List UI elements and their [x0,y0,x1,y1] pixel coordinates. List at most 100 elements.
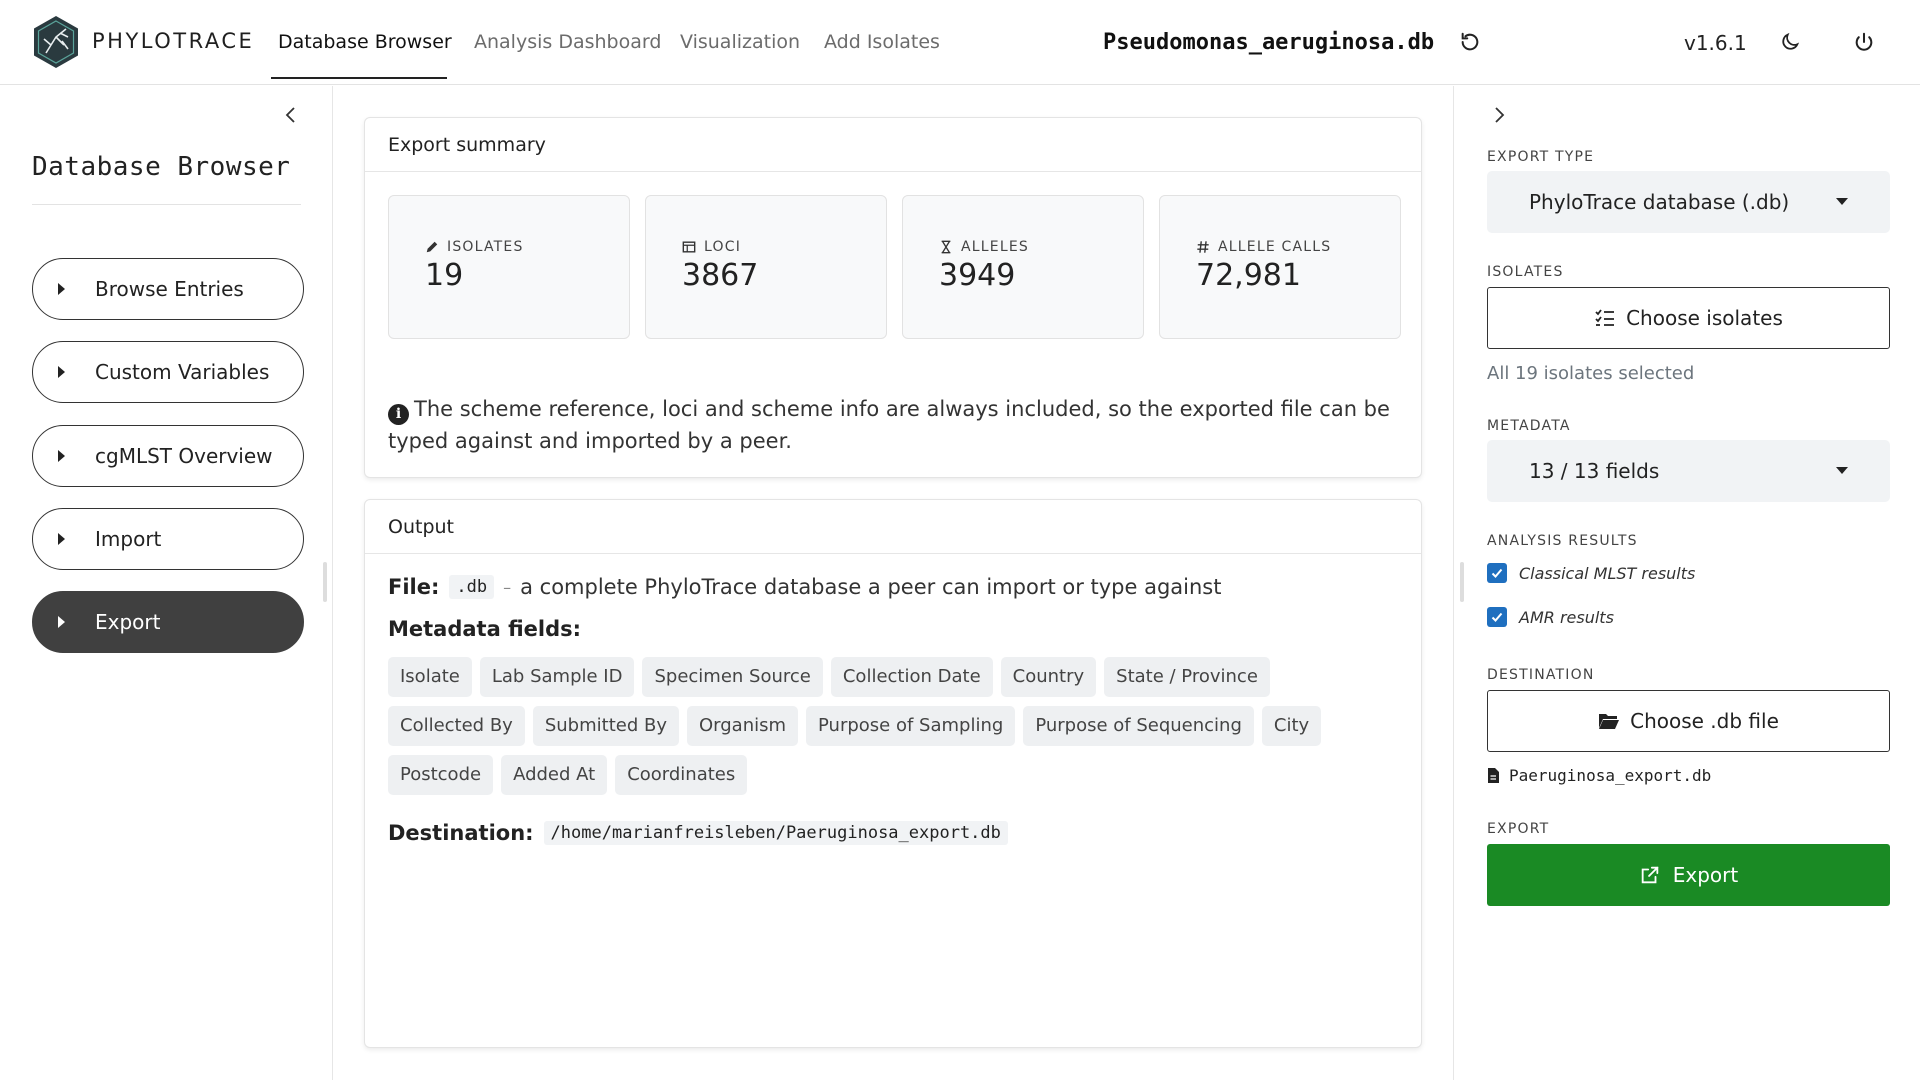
metadata-chip: State / Province [1104,657,1270,697]
tab-visualization[interactable]: Visualization [680,31,800,53]
button-label: Choose .db file [1630,709,1779,733]
classical-mlst-checkbox[interactable]: Classical MLST results [1487,563,1695,583]
caret-right-icon [58,450,65,462]
refresh-icon[interactable] [1456,28,1484,56]
caret-right-icon [58,366,65,378]
caret-right-icon [58,616,65,628]
database-name: Pseudomonas_aeruginosa.db [1103,30,1435,55]
tab-add-isolates[interactable]: Add Isolates [824,31,940,53]
button-label: Export [1672,863,1739,887]
stat-isolates: ISOLATES 19 [388,195,630,339]
power-icon[interactable] [1850,28,1878,56]
metadata-chip: Country [1000,657,1097,697]
destination-label: Destination: [388,821,534,845]
isolates-status: All 19 isolates selected [1487,363,1695,384]
metadata-chip: Lab Sample ID [479,657,635,697]
stat-value: 72,981 [1196,258,1301,293]
button-label: Choose isolates [1626,306,1783,330]
isolates-label: ISOLATES [1487,264,1564,280]
share-export-icon [1641,866,1659,884]
choose-db-file-button[interactable]: Choose .db file [1487,690,1890,752]
caret-right-icon [58,283,65,295]
export-button[interactable]: Export [1487,844,1890,906]
file-icon [1488,768,1499,783]
sidebar-resize-handle[interactable] [1460,562,1464,602]
metadata-chip: Organism [686,706,799,746]
metadata-label: METADATA [1487,418,1571,434]
caret-down-icon [1836,198,1848,205]
sidebar-resize-handle[interactable] [323,562,327,602]
table-icon [682,241,696,253]
moon-icon[interactable] [1776,28,1804,56]
card-header: Export summary [365,118,1421,172]
sidebar-item-export[interactable]: Export [32,591,304,653]
info-note-text: The scheme reference, loci and scheme in… [388,397,1390,453]
analysis-results-label: ANALYSIS RESULTS [1487,533,1638,549]
sidebar-item-label: Browse Entries [95,277,244,301]
caret-down-icon [1836,467,1848,474]
top-navbar: PHYLOTRACE Database Browser Analysis Das… [0,0,1920,85]
stat-allele-calls: ALLELE CALLS 72,981 [1159,195,1401,339]
selected-file: Paeruginosa_export.db [1487,766,1711,785]
pencil-icon [426,241,438,253]
caret-right-icon [58,533,65,545]
sidebar-item-label: Export [95,610,161,634]
metadata-chip: Purpose of Sampling [806,706,1016,746]
metadata-chip: Submitted By [532,706,679,746]
sidebar-item-label: cgMLST Overview [95,444,273,468]
destination-row: Destination: /home/marianfreisleben/Paer… [388,821,1008,845]
sidebar-item-import[interactable]: Import [32,508,304,570]
export-type-label: EXPORT TYPE [1487,149,1595,165]
version-label: v1.6.1 [1684,31,1747,55]
metadata-chip: Added At [501,755,608,795]
selected-file-name: Paeruginosa_export.db [1509,766,1712,785]
file-description: a complete PhyloTrace database a peer ca… [520,575,1222,599]
choose-isolates-button[interactable]: Choose isolates [1487,287,1890,349]
export-summary-card: Export summary ISOLATES 19 LOCI 3867 ALL… [364,117,1422,478]
export-type-select[interactable]: PhyloTrace database (.db) [1487,171,1890,233]
chevron-right-icon[interactable] [1488,104,1510,126]
metadata-chip: Collected By [388,706,525,746]
amr-results-checkbox[interactable]: AMR results [1487,607,1614,627]
sidebar-item-browse-entries[interactable]: Browse Entries [32,258,304,320]
export-label: EXPORT [1487,821,1550,837]
active-tab-indicator [271,77,447,79]
sidebar-item-label: Import [95,527,162,551]
file-separator: – [503,577,512,597]
metadata-chip: Isolate [388,657,472,697]
metadata-chip-list: Isolate Lab Sample ID Specimen Source Co… [388,657,1408,795]
stat-value: 3867 [682,258,759,293]
info-icon: i [388,404,409,425]
sidebar-item-custom-variables[interactable]: Custom Variables [32,341,304,403]
chevron-left-icon[interactable] [280,104,302,126]
sidebar-item-label: Custom Variables [95,360,270,384]
tab-database-browser[interactable]: Database Browser [278,31,452,53]
sidebar-title: Database Browser [32,152,291,182]
hash-icon [1197,241,1209,253]
checkbox-checked-icon[interactable] [1487,563,1507,583]
sidebar-item-cgmlst-overview[interactable]: cgMLST Overview [32,425,304,487]
metadata-fields-label: Metadata fields: [388,617,582,641]
list-check-icon [1595,309,1615,326]
tab-analysis-dashboard[interactable]: Analysis Dashboard [474,31,661,53]
hourglass-icon [941,240,951,254]
destination-path: /home/marianfreisleben/Paeruginosa_expor… [543,821,1008,845]
stat-value: 19 [425,258,464,293]
metadata-chip: Specimen Source [642,657,823,697]
metadata-select[interactable]: 13 / 13 fields [1487,440,1890,502]
stat-label: ALLELES [961,239,1029,255]
brand-name: PHYLOTRACE [92,29,255,53]
output-card: Output File: .db – a complete PhyloTrace… [364,499,1422,1048]
metadata-chip: Postcode [388,755,494,795]
stat-value: 3949 [939,258,1016,293]
file-row: File: .db – a complete PhyloTrace databa… [388,575,1222,599]
stat-loci: LOCI 3867 [645,195,887,339]
checkbox-checked-icon[interactable] [1487,607,1507,627]
stat-label: LOCI [704,239,742,255]
checkbox-label: AMR results [1519,607,1614,627]
folder-open-icon [1599,714,1620,729]
right-sidebar: EXPORT TYPE PhyloTrace database (.db) IS… [1453,86,1920,1080]
select-value: 13 / 13 fields [1529,459,1660,483]
metadata-chip: Purpose of Sequencing [1023,706,1254,746]
stat-label: ISOLATES [447,239,524,255]
